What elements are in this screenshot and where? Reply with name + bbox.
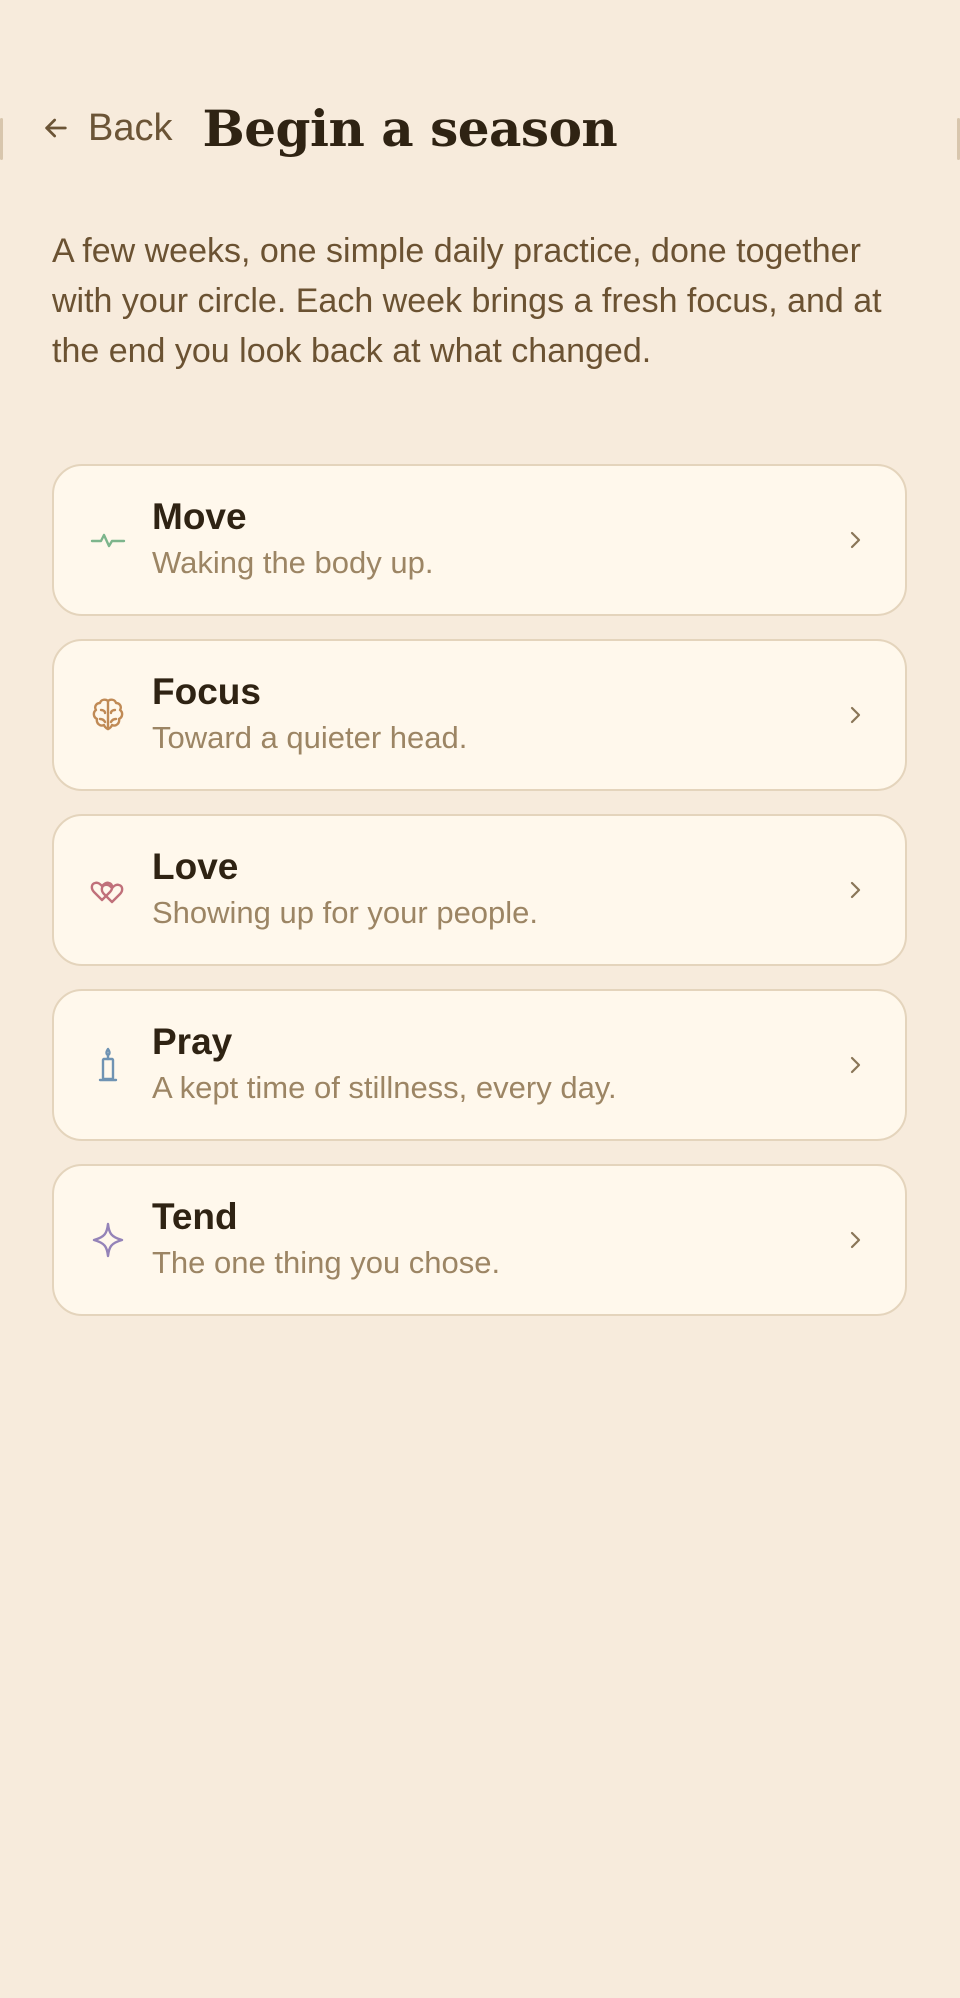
season-name: Pray [152,1021,233,1062]
chevron-right-icon [843,1228,867,1252]
header: Back Begin a season [40,96,618,160]
chevron-right-icon [843,703,867,727]
season-description: A kept time of stillness, every day. [152,1070,617,1105]
chevron-right-icon [843,878,867,902]
pulse-icon [88,520,128,560]
back-label: Back [88,106,173,149]
season-list: Move Waking the body up. Focus Toward a … [52,464,907,1339]
chevron-right-icon [843,528,867,552]
chevron-right-icon [843,1053,867,1077]
season-name: Tend [152,1196,238,1237]
brain-icon [88,695,128,735]
hearts-icon [88,870,128,910]
season-name: Love [152,846,239,887]
season-card-pray[interactable]: Pray A kept time of stillness, every day… [52,989,907,1141]
sparkle-icon [88,1220,128,1260]
season-card-love[interactable]: Love Showing up for your people. [52,814,907,966]
season-card-focus[interactable]: Focus Toward a quieter head. [52,639,907,791]
season-description: Showing up for your people. [152,895,539,930]
arrow-left-icon [45,118,67,138]
season-name: Focus [152,671,261,712]
left-edge-divider [0,118,3,160]
back-button[interactable]: Back [40,107,172,150]
candle-icon [88,1045,128,1085]
intro-text: A few weeks, one simple daily practice, … [52,232,882,370]
season-card-move[interactable]: Move Waking the body up. [52,464,907,616]
season-description: The one thing you chose. [152,1245,501,1280]
season-name: Move [152,496,247,537]
page-title: Begin a season [202,98,618,158]
season-description: Toward a quieter head. [152,720,468,755]
season-card-tend[interactable]: Tend The one thing you chose. [52,1164,907,1316]
season-description: Waking the body up. [152,545,434,580]
